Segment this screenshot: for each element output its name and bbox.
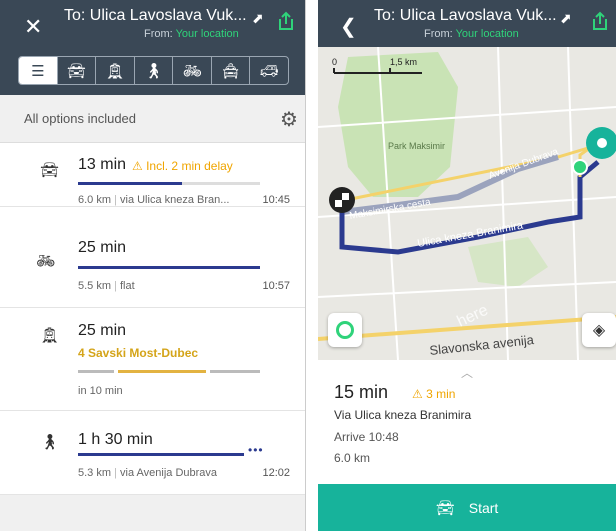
summary-via: Via Ulica kneza Branimira xyxy=(334,408,472,422)
route-progress-bar xyxy=(78,266,260,269)
bike-icon: 🚲︎ xyxy=(36,253,56,270)
layers-button[interactable]: ◈ xyxy=(582,313,616,347)
car-icon: 🚘︎ xyxy=(40,162,60,179)
summary-time: 15 min xyxy=(334,382,389,402)
route-transit[interactable]: 🚊︎ 25 min 4 Savski Most-Dubec in 10 min xyxy=(0,308,305,411)
route-progress-bar xyxy=(78,182,260,185)
route-time: 13 min xyxy=(78,156,127,173)
transport-mode-bar: ☰ 🚘︎ 🚊︎ 🚶︎ 🚲︎ 🚖︎ 🚙︎ xyxy=(0,47,305,95)
list-icon: ☰ xyxy=(31,62,45,80)
taxi-icon: 🚖︎ xyxy=(221,62,241,80)
start-button[interactable]: 🚘︎ Start xyxy=(318,484,616,531)
destination-title[interactable]: To: Ulica Lavoslava Vuk... xyxy=(374,7,557,25)
car-icon: 🚘︎ xyxy=(66,62,86,80)
top-bar: ❮ To: Ulica Lavoslava Vuk... From: Your … xyxy=(318,0,616,47)
delay-warning: ⚠ Incl. 2 min delay xyxy=(132,159,233,173)
locate-icon xyxy=(336,321,354,339)
sheet-handle-icon[interactable]: ︿ xyxy=(461,364,473,381)
layers-icon: ◈ xyxy=(592,322,606,339)
origin-label: From: Your location xyxy=(424,28,519,40)
destination-title[interactable]: To: Ulica Lavoslava Vuk... xyxy=(64,7,247,25)
route-summary-sheet[interactable]: ︿ 15 min ⚠ 3 min Via Ulica kneza Branimi… xyxy=(318,360,616,484)
car-icon: 🚘︎ xyxy=(435,499,455,517)
tram-icon: 🚊︎ xyxy=(105,62,125,80)
flag-check xyxy=(335,193,342,200)
route-meta: 6.0 km | via Ulica kneza Bran... xyxy=(78,194,230,206)
map-label-park: Park Maksimir xyxy=(388,141,445,151)
transit-segments-bar xyxy=(78,370,260,373)
share-icon[interactable] xyxy=(276,10,296,32)
locate-button[interactable] xyxy=(328,313,362,347)
share-icon[interactable] xyxy=(590,10,610,32)
swap-arrow-icon[interactable]: ⬈ xyxy=(560,10,572,27)
mode-transit-tab[interactable]: 🚊︎ xyxy=(96,57,135,84)
route-bike[interactable]: 🚲︎ 25 min 5.5 km | flat 10:57 xyxy=(0,224,305,308)
swap-arrow-icon[interactable]: ⬈ xyxy=(252,10,264,27)
summary-arrive: Arrive 10:48 xyxy=(334,430,399,444)
scale-start-label: 0 xyxy=(332,57,337,67)
route-options-panel: ✕ To: Ulica Lavoslava Vuk... From: Your … xyxy=(0,0,306,531)
top-bar: ✕ To: Ulica Lavoslava Vuk... From: Your … xyxy=(0,0,305,47)
route-meta: in 10 min xyxy=(78,385,123,397)
more-dots: ••• xyxy=(248,443,264,457)
destination-point xyxy=(572,159,588,175)
route-progress-bar xyxy=(78,453,244,456)
close-icon[interactable]: ✕ xyxy=(24,16,42,38)
route-time: 1 h 30 min xyxy=(78,431,153,448)
walk-segment xyxy=(210,370,260,373)
summary-warning: ⚠ 3 min xyxy=(412,387,456,401)
route-meta: 5.5 km | flat xyxy=(78,280,135,292)
scale-end-label: 1,5 km xyxy=(390,57,417,67)
start-label: Start xyxy=(468,499,499,516)
transit-line: 4 Savski Most-Dubec xyxy=(78,346,199,360)
mode-carshare-tab[interactable]: 🚙︎ xyxy=(250,57,288,84)
mode-list-tab[interactable]: ☰ xyxy=(19,57,58,84)
options-label: All options included xyxy=(24,111,137,126)
route-car[interactable]: 🚘︎ 13 min ⚠ Incl. 2 min delay 6.0 km | v… xyxy=(0,143,305,207)
mode-car-tab[interactable]: 🚘︎ xyxy=(58,57,97,84)
origin-label: From: Your location xyxy=(144,28,239,40)
walk-icon: 🚶︎ xyxy=(144,62,164,80)
destination-pin-dot xyxy=(597,138,607,148)
route-map[interactable]: 0 1,5 km Park Maksimir Maksimirska cesta… xyxy=(318,47,616,360)
route-meta: 5.3 km | via Avenija Dubrava xyxy=(78,467,218,479)
tram-icon: 🚊︎ xyxy=(40,327,60,344)
carshare-icon: 🚙︎ xyxy=(259,62,279,80)
route-arrival: 12:02 xyxy=(262,467,290,479)
mode-taxi-tab[interactable]: 🚖︎ xyxy=(212,57,251,84)
summary-distance: 6.0 km xyxy=(334,451,371,465)
route-time: 25 min xyxy=(78,322,127,339)
tram-segment xyxy=(118,370,206,373)
mode-bike-tab[interactable]: 🚲︎ xyxy=(173,57,212,84)
route-arrival: 10:57 xyxy=(262,280,290,292)
bike-icon: 🚲︎ xyxy=(182,62,202,80)
walk-icon: 🚶︎ xyxy=(40,434,60,451)
list-footer xyxy=(0,495,305,531)
route-arrival: 10:45 xyxy=(262,194,290,206)
mode-walk-tab[interactable]: 🚶︎ xyxy=(135,57,174,84)
options-row[interactable]: All options included ⚙ xyxy=(0,95,305,143)
gear-icon[interactable]: ⚙ xyxy=(280,107,298,132)
walk-segment xyxy=(78,370,114,373)
route-time: 25 min xyxy=(78,239,127,256)
flag-check xyxy=(342,200,349,207)
route-walk[interactable]: 🚶︎ 1 h 30 min ••• 5.3 km | via Avenija D… xyxy=(0,411,305,495)
map-canvas: 0 1,5 km Park Maksimir Maksimirska cesta… xyxy=(318,47,616,360)
chevron-left-icon[interactable]: ❮ xyxy=(340,16,357,38)
route-detail-panel: ❮ To: Ulica Lavoslava Vuk... From: Your … xyxy=(318,0,616,531)
